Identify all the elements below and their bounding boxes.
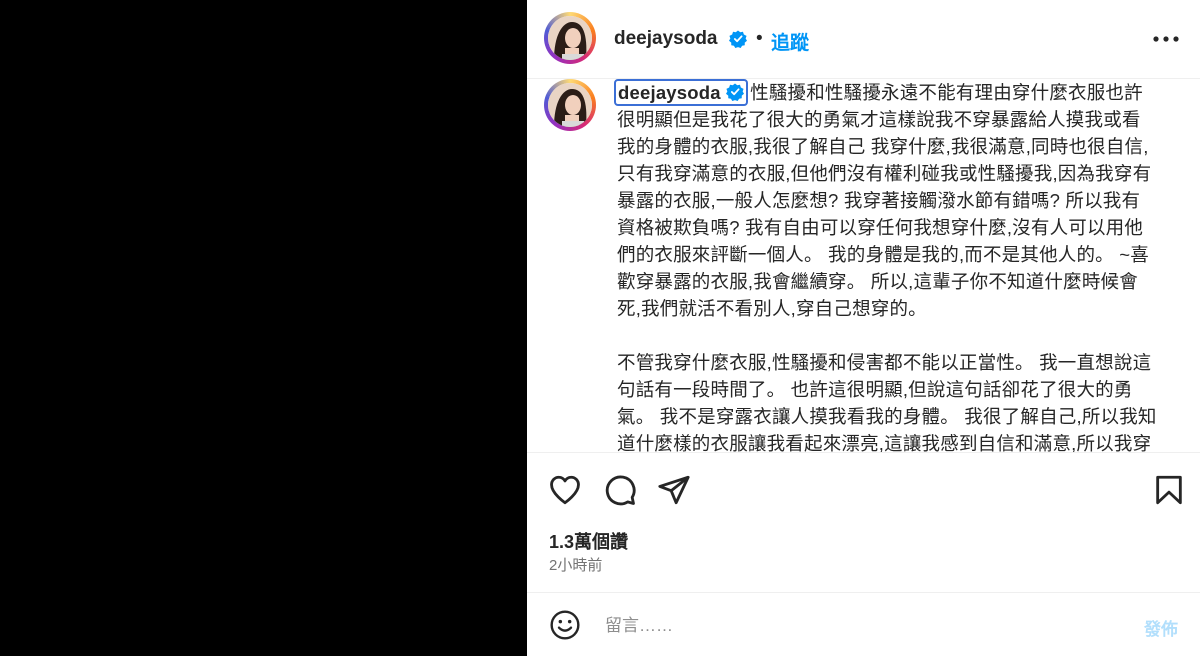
emoji-smiley-icon[interactable] [549, 609, 581, 641]
caption-author-avatar[interactable] [544, 79, 596, 131]
comment-input[interactable] [603, 611, 1107, 641]
comment-bar: 發佈 [527, 592, 1200, 657]
verified-badge-icon [726, 83, 745, 101]
paper-plane-icon[interactable] [657, 473, 691, 507]
author-avatar[interactable] [544, 12, 596, 64]
follow-button[interactable]: 追蹤 [771, 28, 809, 55]
action-bar [527, 452, 1200, 515]
comment-bubble-icon[interactable] [603, 473, 637, 507]
separator-dot: • [756, 28, 763, 49]
bookmark-icon[interactable] [1152, 473, 1186, 507]
post-comment-button[interactable]: 發佈 [1144, 615, 1178, 640]
post-side-panel: deejaysoda • 追蹤 deejaysoda 性騷擾和性騷擾永遠不能有理… [527, 0, 1200, 656]
caption-section: deejaysoda 性騷擾和性騷擾永遠不能有理由穿什麼衣服也許很明顯但是我花了… [527, 79, 1200, 452]
post-timestamp[interactable]: 2小時前 [549, 554, 602, 575]
caption-text-block: deejaysoda 性騷擾和性騷擾永遠不能有理由穿什麼衣服也許很明顯但是我花了… [614, 79, 1157, 452]
verified-badge-icon [729, 30, 747, 48]
caption-username-link[interactable]: deejaysoda [614, 79, 749, 106]
heart-icon[interactable] [548, 473, 582, 507]
author-username[interactable]: deejaysoda [614, 28, 718, 50]
post-header: deejaysoda • 追蹤 [527, 0, 1200, 79]
likes-count[interactable]: 1.3萬個讚 [549, 528, 628, 554]
caption-text: 性騷擾和性騷擾永遠不能有理由穿什麼衣服也許很明顯但是我花了很大的勇氣才這樣說我不… [617, 82, 1157, 452]
more-options-icon[interactable] [1152, 28, 1180, 50]
post-media-area[interactable] [0, 0, 527, 656]
